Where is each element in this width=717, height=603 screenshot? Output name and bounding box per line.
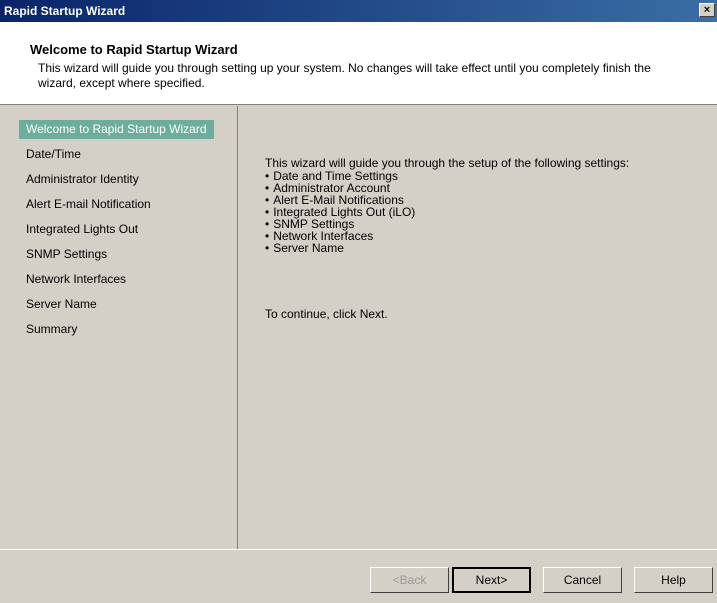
continue-text: To continue, click Next. (265, 307, 388, 321)
header-description: This wizard will guide you through setti… (38, 61, 651, 90)
wizard-content: This wizard will guide you through the s… (239, 106, 717, 549)
cancel-button[interactable]: Cancel (543, 567, 622, 593)
settings-list: Date and Time Settings Administrator Acc… (265, 170, 415, 254)
back-button[interactable]: <Back (370, 567, 449, 593)
sidebar-item-label: Welcome to Rapid Startup Wizard (26, 122, 207, 136)
help-button[interactable]: Help (634, 567, 713, 593)
list-item: Server Name (265, 242, 415, 254)
sidebar-item-alert-email[interactable]: Alert E-mail Notification (19, 195, 158, 214)
sidebar-item-label: Network Interfaces (26, 272, 127, 286)
sidebar-item-label: Integrated Lights Out (26, 222, 139, 236)
wizard-steps-sidebar: Welcome to Rapid Startup Wizard Date/Tim… (0, 106, 238, 549)
sidebar-item-snmp-settings[interactable]: SNMP Settings (19, 245, 114, 264)
close-button[interactable]: × (699, 3, 715, 17)
sidebar-item-date-time[interactable]: Date/Time (19, 145, 88, 164)
sidebar-item-label: SNMP Settings (26, 247, 108, 261)
sidebar-item-label: Administrator Identity (26, 172, 139, 186)
sidebar-item-integrated-lights-out[interactable]: Integrated Lights Out (19, 220, 145, 239)
sidebar-item-label: Server Name (26, 297, 97, 311)
close-icon: × (703, 4, 711, 16)
next-button[interactable]: Next> (452, 567, 531, 593)
title-bar[interactable]: Rapid Startup Wizard × (0, 0, 717, 22)
sidebar-item-server-name[interactable]: Server Name (19, 295, 104, 314)
sidebar-item-label: Date/Time (26, 147, 81, 161)
wizard-footer: <Back Next> Cancel Help (0, 549, 717, 603)
sidebar-item-welcome[interactable]: Welcome to Rapid Startup Wizard (19, 120, 214, 139)
window-title: Rapid Startup Wizard (4, 4, 126, 18)
wizard-window: Rapid Startup Wizard × Welcome to Rapid … (0, 0, 717, 603)
wizard-header: Welcome to Rapid Startup Wizard This wiz… (0, 22, 717, 105)
intro-text: This wizard will guide you through the s… (265, 156, 630, 170)
header-title: Welcome to Rapid Startup Wizard (30, 42, 238, 57)
sidebar-item-summary[interactable]: Summary (19, 320, 84, 339)
sidebar-item-label: Summary (26, 322, 78, 336)
sidebar-item-label: Alert E-mail Notification (26, 197, 151, 211)
sidebar-item-administrator-identity[interactable]: Administrator Identity (19, 170, 146, 189)
sidebar-item-network-interfaces[interactable]: Network Interfaces (19, 270, 133, 289)
